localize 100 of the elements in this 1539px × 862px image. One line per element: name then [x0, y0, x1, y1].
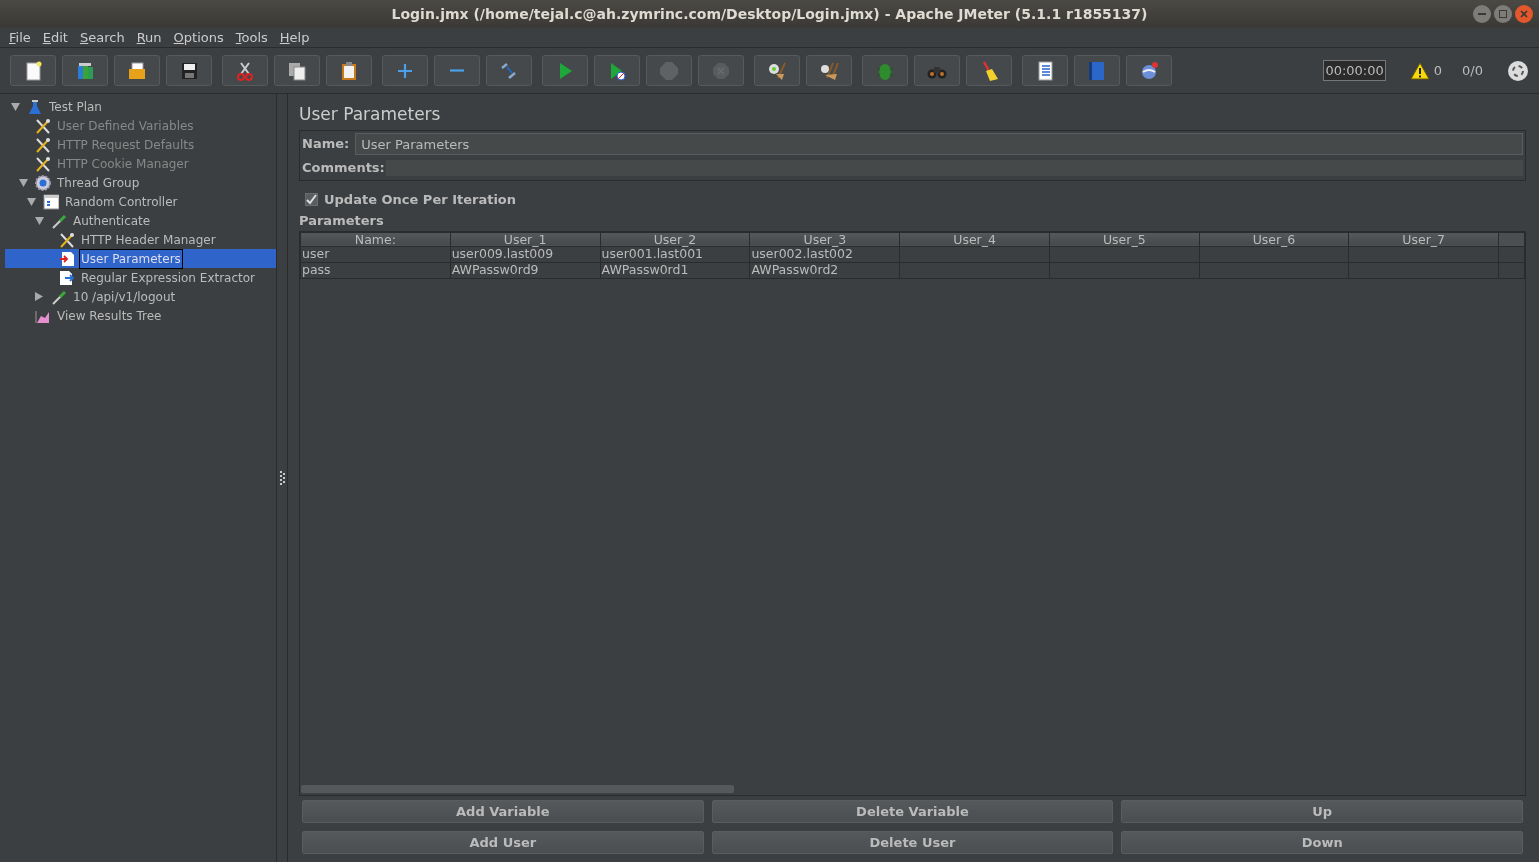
tree-item[interactable]: Test Plan: [5, 97, 276, 116]
menu-item[interactable]: Options: [173, 27, 224, 48]
menu-item[interactable]: Edit: [42, 27, 68, 48]
toolbar-button[interactable]: [10, 55, 56, 86]
menu-item[interactable]: File: [9, 27, 31, 48]
tree-item[interactable]: HTTP Header Manager: [5, 230, 276, 249]
menu-item[interactable]: Tools: [235, 27, 268, 48]
column-header[interactable]: User_4: [899, 232, 1050, 246]
checkbox[interactable]: [305, 192, 318, 206]
tree-item[interactable]: Thread Group: [5, 173, 276, 192]
name-field[interactable]: User Parameters: [355, 133, 1523, 155]
window-title: Login.jmx (/home/tejal.c@ah.zymrinc.com/Desktop/Login.jmx) - Apache JMeter (5.1.1 r1855137): [391, 4, 1148, 24]
toolbar-button[interactable]: [1022, 55, 1068, 86]
pipette-icon: [51, 288, 67, 305]
stop-icon: [658, 59, 680, 82]
column-header[interactable]: User_7: [1348, 232, 1499, 246]
maximize-button[interactable]: [1494, 5, 1512, 23]
wrench-screwdriver-icon: [35, 117, 51, 134]
table-cell: AWPassw0rd2: [749, 262, 900, 278]
minimize-button[interactable]: [1473, 5, 1491, 23]
tree-item-label: 10 /api/v1/logout: [72, 288, 177, 306]
expanded-caret-icon[interactable]: [11, 102, 20, 111]
expanded-caret-icon[interactable]: [35, 216, 44, 225]
document-arrow-icon: [59, 269, 75, 286]
column-header[interactable]: User_6: [1199, 232, 1349, 246]
column-header[interactable]: User_2: [600, 232, 750, 246]
tree-item-label: HTTP Request Defaults: [56, 136, 196, 154]
remote-status-icon: [1507, 59, 1529, 82]
folder-icon: [126, 59, 148, 82]
elapsed-time: 00:00:00: [1323, 59, 1386, 82]
table-cell: user002.last002: [749, 246, 900, 262]
action-button[interactable]: Add Variable: [302, 800, 704, 823]
toolbar-button[interactable]: [326, 55, 372, 86]
warning-icon: [1409, 61, 1430, 80]
panel-title: User Parameters: [299, 103, 442, 126]
wrench-screwdriver-icon: [35, 136, 51, 153]
action-button[interactable]: Up: [1121, 800, 1523, 823]
table-cell: user: [300, 246, 451, 262]
tree-item[interactable]: Authenticate: [5, 211, 276, 230]
gear-icon: [35, 174, 51, 191]
checkbox-label: Update Once Per Iteration: [324, 190, 517, 209]
action-button[interactable]: Delete Variable: [711, 800, 1114, 823]
document-arrow-icon: [59, 250, 75, 267]
window-icon: [43, 193, 59, 210]
check-icon: [306, 193, 317, 205]
action-button[interactable]: Down: [1121, 831, 1523, 854]
tree-item-label: Random Controller: [64, 193, 179, 211]
collapsed-caret-icon[interactable]: [35, 292, 43, 301]
table-cell: AWPassw0rd1: [600, 262, 750, 278]
tree-item-label: HTTP Header Manager: [80, 231, 217, 249]
tree-item[interactable]: Random Controller: [5, 192, 276, 211]
toolbar-button[interactable]: [966, 55, 1012, 86]
table-cell: pass: [300, 262, 451, 278]
tree-item[interactable]: View Results Tree: [5, 306, 276, 325]
tree-item[interactable]: User Parameters: [5, 249, 276, 268]
toolbar-button[interactable]: [166, 55, 212, 86]
action-button[interactable]: Add User: [302, 831, 704, 854]
thread-count: 0/0: [1462, 61, 1483, 80]
tree-item-label: View Results Tree: [56, 307, 163, 325]
menu-item[interactable]: Run: [136, 27, 162, 48]
menu-item[interactable]: Search: [79, 27, 125, 48]
column-header[interactable]: User_5: [1049, 232, 1200, 246]
warning-count: 0: [1433, 61, 1443, 80]
tree-item-label: HTTP Cookie Manager: [56, 155, 190, 173]
maximize-icon: [1499, 10, 1507, 18]
toolbar-button[interactable]: [806, 55, 852, 86]
tree-item-label: Authenticate: [72, 212, 152, 230]
column-header[interactable]: Name:: [300, 232, 451, 246]
tree-item-label: User Parameters: [79, 248, 183, 269]
menu-item[interactable]: Help: [279, 27, 310, 48]
name-label: Name:: [302, 135, 350, 154]
column-header[interactable]: User_1: [450, 232, 601, 246]
expanded-caret-icon[interactable]: [19, 178, 28, 187]
pipette-icon: [51, 212, 67, 229]
close-icon: [1520, 10, 1528, 18]
comments-label: Comments:: [302, 159, 385, 177]
toolbar-button[interactable]: [62, 55, 108, 86]
minimize-icon: [1478, 13, 1486, 15]
expanded-caret-icon[interactable]: [27, 197, 36, 206]
table-cell: AWPassw0rd9: [450, 262, 601, 278]
tree-item[interactable]: Regular Expression Extractor: [5, 268, 276, 287]
table-cell: user001.last001: [600, 246, 750, 262]
column-header[interactable]: User_3: [749, 232, 900, 246]
section-label: Parameters: [299, 212, 385, 230]
tree-item-label: Test Plan: [48, 98, 103, 116]
tree-item-label: Regular Expression Extractor: [80, 269, 257, 287]
close-button[interactable]: [1515, 5, 1533, 23]
action-button[interactable]: Delete User: [711, 831, 1114, 854]
toolbar-button[interactable]: [114, 55, 160, 86]
table-cell: user009.last009: [450, 246, 601, 262]
toolbar-button[interactable]: [274, 55, 320, 86]
wrench-screwdriver-icon: [59, 231, 75, 248]
toolbar-button[interactable]: [754, 55, 800, 86]
minus-icon: [450, 69, 464, 72]
horizontal-scrollbar[interactable]: [301, 785, 734, 793]
tree-item-label: User Defined Variables: [56, 117, 195, 135]
flask-icon: [27, 98, 43, 115]
wrench-screwdriver-icon: [35, 155, 51, 172]
tree-item[interactable]: 10 /api/v1/logout: [5, 287, 276, 306]
splitter-handle[interactable]: [279, 471, 285, 485]
